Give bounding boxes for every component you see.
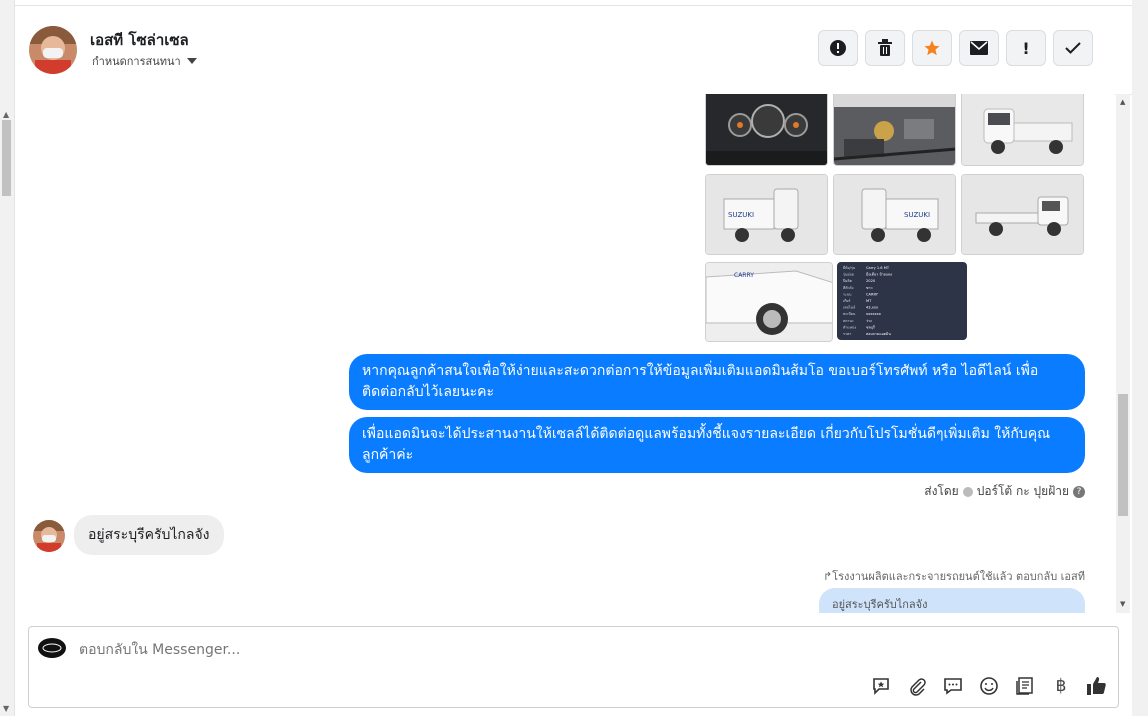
notes-icon: [1016, 677, 1033, 695]
photo-truck-rear-left[interactable]: SUZUKI: [705, 174, 828, 255]
spec-value: CARRY: [866, 292, 879, 296]
page-scrollbar-thumb[interactable]: [2, 120, 11, 196]
scroll-down-arrow-icon[interactable]: ▼: [3, 704, 9, 713]
composer-toolbar: ฿: [870, 675, 1108, 697]
attach-button[interactable]: [906, 675, 928, 697]
chevron-down-icon: [186, 58, 197, 64]
window-scrollbar[interactable]: [1132, 0, 1148, 716]
mail-icon: [970, 41, 988, 55]
svg-text:SUZUKI: SUZUKI: [728, 211, 754, 219]
spec-label: ราคา: [843, 332, 851, 336]
outgoing-message[interactable]: หากคุณลูกค้าสนใจเพื่อให้ง่ายและสะดวกต่อก…: [349, 354, 1085, 410]
help-icon[interactable]: ?: [1073, 485, 1085, 498]
spec-value: 2020: [866, 279, 876, 283]
spec-label: รุ่นย่อย: [843, 273, 854, 278]
header-actions: !: [818, 30, 1093, 66]
thread-scrollbar[interactable]: ▲ ▼: [1116, 94, 1130, 613]
exclamation-icon: !: [1022, 38, 1030, 58]
photo-spec-card[interactable]: ยี่ห้อ/รุ่น Carry 1.6 MT รุ่นย่อย มือเดียว …: [837, 262, 967, 340]
spam-button[interactable]: !: [1006, 30, 1046, 66]
attachment-icon: [910, 678, 926, 696]
spec-label: ปีผลิต: [843, 278, 853, 283]
spec-value: xxxxxxx: [866, 312, 882, 316]
delete-button[interactable]: [865, 30, 905, 66]
sent-by-label: ส่งโดย: [924, 484, 959, 498]
report-icon: [830, 40, 846, 56]
emoji-button[interactable]: [978, 675, 1000, 697]
scroll-down-arrow-icon[interactable]: ▼: [1120, 600, 1125, 608]
emoji-icon: [980, 677, 998, 695]
spec-value: ขาว: [866, 286, 873, 290]
message-thread[interactable]: SUZUKI SUZUKI CARRY ยี่ห้อ/รุ่น Carry 1.…: [15, 94, 1115, 613]
photo-engine[interactable]: [833, 94, 956, 166]
svg-text:SUZUKI: SUZUKI: [904, 211, 930, 219]
spec-label: ทะเบียน: [843, 311, 856, 316]
baht-icon: ฿: [1055, 676, 1067, 696]
verified-icon: [962, 486, 973, 497]
spec-label: เลขไมล์: [843, 305, 855, 310]
reply-input[interactable]: [77, 641, 681, 659]
photo-truck-side[interactable]: [961, 174, 1084, 255]
photo-truck-wheel[interactable]: CARRY: [705, 262, 833, 342]
notes-button[interactable]: [1014, 675, 1036, 697]
photo-dashboard[interactable]: [705, 94, 828, 166]
mark-done-button[interactable]: [1053, 30, 1093, 66]
report-button[interactable]: [818, 30, 858, 66]
scroll-up-arrow-icon[interactable]: ▲: [3, 110, 9, 119]
page-scrollbar[interactable]: ▲ ▼: [0, 0, 15, 716]
conversation-assign-label: กำหนดการสนทนา: [92, 55, 181, 68]
mail-button[interactable]: [959, 30, 999, 66]
saved-reply-icon: [873, 678, 889, 695]
page-avatar: [38, 638, 66, 658]
spec-label: ตำแหน่ง: [843, 325, 856, 329]
quick-reply-button[interactable]: [942, 675, 964, 697]
spec-value: สอบถามแอดมิน: [866, 332, 891, 336]
chat-bubble-icon: [944, 678, 962, 695]
incoming-message[interactable]: อยู่สระบุรีครับไกลจัง: [74, 515, 224, 555]
svg-text:CARRY: CARRY: [734, 272, 754, 279]
contact-name[interactable]: เอสที โซล่าเซล: [90, 28, 189, 52]
star-icon: [924, 40, 940, 56]
thread-scrollbar-thumb[interactable]: [1118, 394, 1128, 516]
spec-label: เกียร์: [843, 298, 851, 303]
spec-value: มือเดียว ป้ายแดง: [866, 272, 892, 277]
saved-reply-button[interactable]: [870, 675, 892, 697]
spec-label: ระบบ: [843, 292, 852, 296]
photo-truck-rear-right[interactable]: SUZUKI: [833, 174, 956, 255]
like-icon: [1087, 677, 1106, 695]
spec-label: ยี่ห้อ/รุ่น: [843, 265, 856, 271]
conversation-assign-dropdown[interactable]: กำหนดการสนทนา: [92, 52, 197, 70]
scroll-up-arrow-icon[interactable]: ▲: [1120, 98, 1125, 106]
trash-icon: [878, 39, 892, 56]
spec-value: Carry 1.6 MT: [866, 266, 890, 270]
spec-value: 43,xxx: [866, 306, 879, 310]
quoted-reply[interactable]: อยู่สระบุรีครับไกลจัง: [819, 588, 1085, 613]
outgoing-message[interactable]: เพื่อแอดมินจะได้ประสานงานให้เซลล์ได้ติดต…: [349, 417, 1085, 473]
reply-arrow-icon: ↱: [822, 570, 833, 583]
star-button[interactable]: [912, 30, 952, 66]
contact-avatar[interactable]: [29, 26, 77, 74]
spec-label: สถานะ: [843, 319, 854, 323]
check-icon: [1065, 42, 1081, 54]
spec-value: ว่าง: [866, 319, 872, 323]
sender-avatar[interactable]: [33, 520, 65, 552]
spec-value: ชลบุรี: [866, 324, 875, 330]
reply-note: ↱โรงงานผลิตและกระจายรถยนต์ใช้แล้ว ตอบกลั…: [822, 570, 1085, 583]
photo-truck-front[interactable]: [961, 94, 1084, 166]
conversation-header: เอสที โซล่าเซล กำหนดการสนทนา !: [15, 5, 1132, 95]
payment-button[interactable]: ฿: [1050, 675, 1072, 697]
sent-by-info: ส่งโดย ปอร์โต้ กะ ปุยฝ้าย ?: [924, 482, 1085, 501]
like-button[interactable]: [1086, 675, 1108, 697]
message-composer: ฿: [28, 626, 1119, 708]
spec-value: MT: [866, 299, 872, 303]
spec-label: สีตัวถัง: [843, 285, 854, 290]
sent-by-name: ปอร์โต้ กะ ปุยฝ้าย: [976, 484, 1069, 498]
